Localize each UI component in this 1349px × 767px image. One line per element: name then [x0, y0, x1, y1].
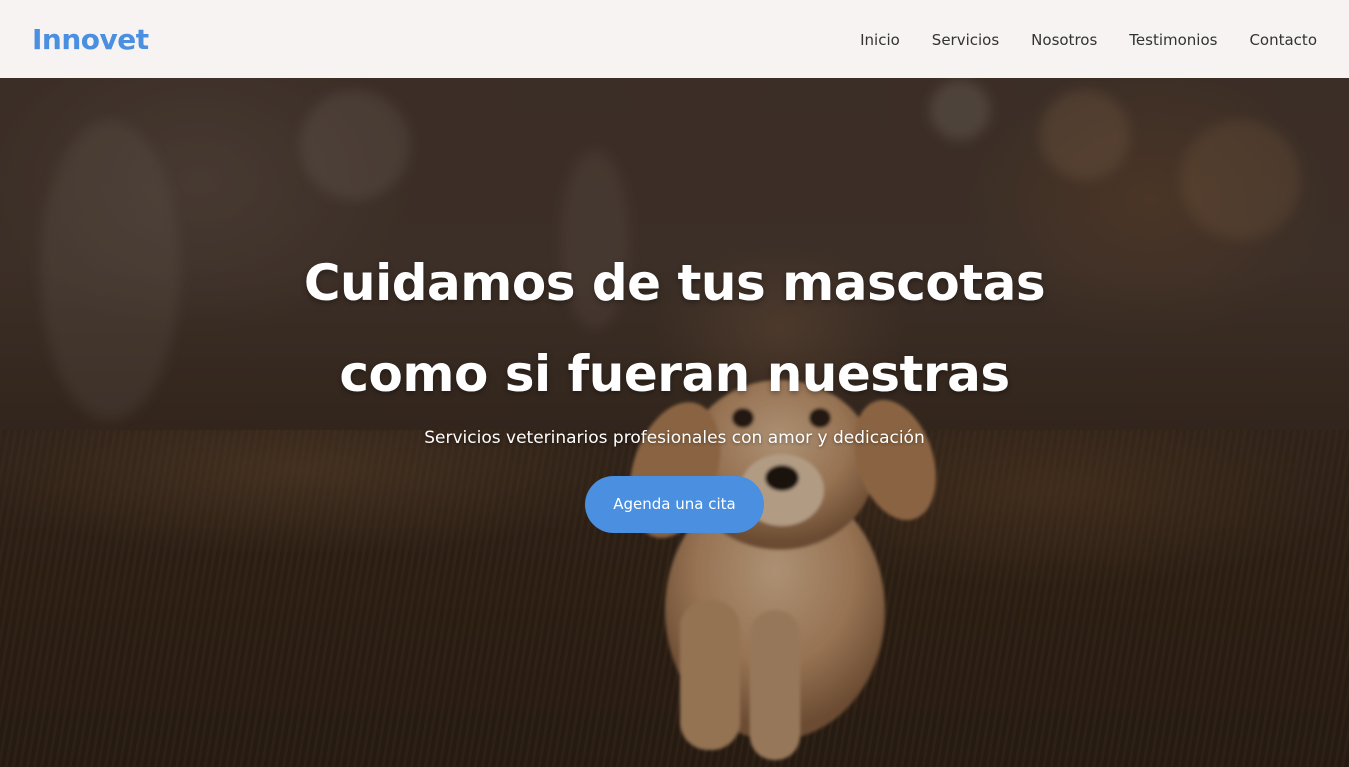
hero-title: Cuidamos de tus mascotas como si fueran … — [0, 238, 1349, 420]
nav-item-nosotros[interactable]: Nosotros — [1031, 31, 1097, 49]
nav-menu: Inicio Servicios Nosotros Testimonios Co… — [860, 30, 1317, 49]
book-appointment-button[interactable]: Agenda una cita — [585, 476, 764, 533]
hero-content: Cuidamos de tus mascotas como si fueran … — [0, 238, 1349, 533]
nav-item-contacto[interactable]: Contacto — [1249, 31, 1317, 49]
hero-title-line-1: Cuidamos de tus mascotas — [303, 254, 1046, 312]
brand-logo[interactable]: Innovet — [32, 23, 149, 56]
navbar: Innovet Inicio Servicios Nosotros Testim… — [0, 0, 1349, 78]
nav-item-servicios[interactable]: Servicios — [932, 31, 999, 49]
hero-title-line-2: como si fueran nuestras — [339, 345, 1010, 403]
hero-section: Cuidamos de tus mascotas como si fueran … — [0, 0, 1349, 767]
nav-item-testimonios[interactable]: Testimonios — [1129, 31, 1217, 49]
hero-subtitle: Servicios veterinarios profesionales con… — [424, 428, 925, 448]
nav-item-inicio[interactable]: Inicio — [860, 31, 900, 49]
